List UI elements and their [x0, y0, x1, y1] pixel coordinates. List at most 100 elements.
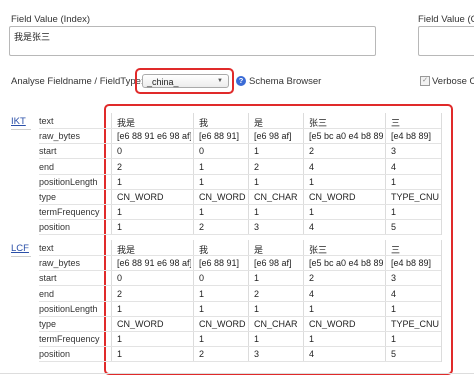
help-icon[interactable]: ?: [236, 76, 246, 86]
row-divider: [39, 158, 441, 160]
token-type-cell: CN_CHAR: [254, 192, 298, 202]
row-divider: [39, 346, 441, 348]
token-start-cell: 0: [117, 273, 123, 284]
token-type-cell: CN_CHAR: [254, 319, 298, 329]
token-text-cell: 我: [199, 118, 209, 128]
row-divider: [39, 143, 441, 145]
row-divider: [39, 361, 441, 363]
row-label-end: end: [39, 288, 55, 299]
token-raw_bytes-cell: [e4 b8 89]: [391, 131, 432, 142]
token-start-cell: 3: [391, 146, 397, 157]
token-text-cell: 我是: [117, 245, 136, 255]
token-start-cell: 0: [199, 273, 205, 284]
verbose-output-label: Verbose O: [432, 76, 474, 87]
token-raw_bytes-cell: [e6 88 91]: [199, 258, 240, 269]
token-end-cell: 2: [117, 288, 123, 299]
row-label-termfrequency: termFrequency: [39, 334, 100, 345]
token-termfrequency-cell: 1: [391, 207, 397, 218]
token-type-cell: TYPE_CNUM: [391, 192, 439, 202]
token-start-cell: 3: [391, 273, 397, 284]
token-end-cell: 2: [254, 288, 260, 299]
field-value-index-label: Field Value (Index): [11, 14, 91, 25]
token-positionlength-cell: 1: [199, 303, 205, 314]
token-positionlength-cell: 1: [309, 303, 315, 314]
token-position-cell: 1: [117, 222, 123, 233]
row-label-termfrequency: termFrequency: [39, 207, 100, 218]
token-termfrequency-cell: 1: [254, 207, 260, 218]
token-raw_bytes-cell: [e6 88 91 e6 98 af]: [117, 258, 191, 269]
verbose-checkbox[interactable]: ✓: [420, 76, 430, 86]
token-termfrequency-cell: 1: [199, 207, 205, 218]
chevron-down-icon: ▼: [217, 78, 223, 84]
token-raw_bytes-cell: [e6 88 91 e6 98 af]: [117, 131, 191, 142]
row-label-end: end: [39, 161, 55, 172]
token-positionlength-cell: 1: [117, 176, 123, 187]
token-positionlength-cell: 1: [254, 303, 260, 314]
token-positionlength-cell: 1: [254, 176, 260, 187]
row-label-start: start: [39, 273, 57, 284]
token-type-cell: CN_WORD: [309, 192, 356, 202]
column-divider: [441, 240, 442, 362]
section-divider: [11, 129, 31, 130]
token-termfrequency-cell: 1: [117, 207, 123, 218]
token-type-cell: CN_WORD: [199, 192, 246, 202]
token-position-cell: 5: [391, 222, 397, 233]
row-label-text: text: [39, 243, 54, 253]
section-link-ikt[interactable]: IKT: [11, 116, 26, 127]
row-label-positionlength: positionLength: [39, 303, 98, 314]
row-divider: [39, 219, 441, 221]
token-start-cell: 0: [117, 146, 123, 157]
row-label-type: type: [39, 192, 57, 202]
row-divider: [39, 204, 441, 205]
token-termfrequency-cell: 1: [391, 334, 397, 345]
token-position-cell: 2: [199, 349, 205, 360]
token-text-cell: 三: [391, 245, 401, 255]
token-position-cell: 1: [117, 349, 123, 360]
token-text-cell: 我: [199, 245, 209, 255]
row-divider: [39, 188, 441, 190]
section-link-lcf[interactable]: LCF: [11, 243, 29, 254]
schema-browser-link[interactable]: Schema Browser: [249, 76, 321, 87]
column-divider: [441, 113, 442, 235]
row-divider: [39, 234, 441, 236]
row-divider: [39, 173, 441, 175]
row-label-position: position: [39, 222, 71, 233]
token-positionlength-cell: 1: [309, 176, 315, 187]
token-type-cell: CN_WORD: [117, 192, 164, 202]
token-termfrequency-cell: 1: [309, 207, 315, 218]
token-termfrequency-cell: 1: [309, 334, 315, 345]
token-text-cell: 是: [254, 118, 264, 128]
token-end-cell: 4: [391, 161, 397, 172]
token-raw_bytes-cell: [e5 bc a0 e4 b8 89]: [309, 258, 383, 269]
token-end-cell: 4: [309, 161, 315, 172]
row-label-positionlength: positionLength: [39, 176, 98, 187]
token-positionlength-cell: 1: [199, 176, 205, 187]
row-label-start: start: [39, 146, 57, 157]
field-value-query-input[interactable]: [418, 26, 474, 56]
field-value-index-input[interactable]: [9, 26, 376, 56]
row-divider: [39, 270, 441, 272]
token-text-cell: 张三: [309, 245, 328, 255]
token-type-cell: CN_WORD: [117, 319, 164, 329]
token-end-cell: 1: [199, 161, 205, 172]
token-text-cell: 三: [391, 118, 401, 128]
token-end-cell: 4: [391, 288, 397, 299]
field-value-query-label: Field Value (Q: [418, 14, 474, 25]
fieldtype-select-value: _china_: [147, 77, 179, 87]
row-divider: [39, 300, 441, 302]
row-label-text: text: [39, 116, 54, 126]
row-label-raw_bytes: raw_bytes: [39, 258, 81, 269]
row-label-position: position: [39, 349, 71, 360]
token-start-cell: 0: [199, 146, 205, 157]
token-end-cell: 2: [254, 161, 260, 172]
token-termfrequency-cell: 1: [117, 334, 123, 345]
token-position-cell: 2: [199, 222, 205, 233]
token-position-cell: 3: [254, 222, 260, 233]
page-bottom-divider: [0, 373, 474, 374]
row-divider: [39, 285, 441, 287]
token-text-cell: 我是: [117, 118, 136, 128]
fieldtype-select[interactable]: _china_ ▼: [142, 74, 229, 88]
token-start-cell: 1: [254, 273, 260, 284]
row-divider: [39, 315, 441, 317]
token-position-cell: 5: [391, 349, 397, 360]
